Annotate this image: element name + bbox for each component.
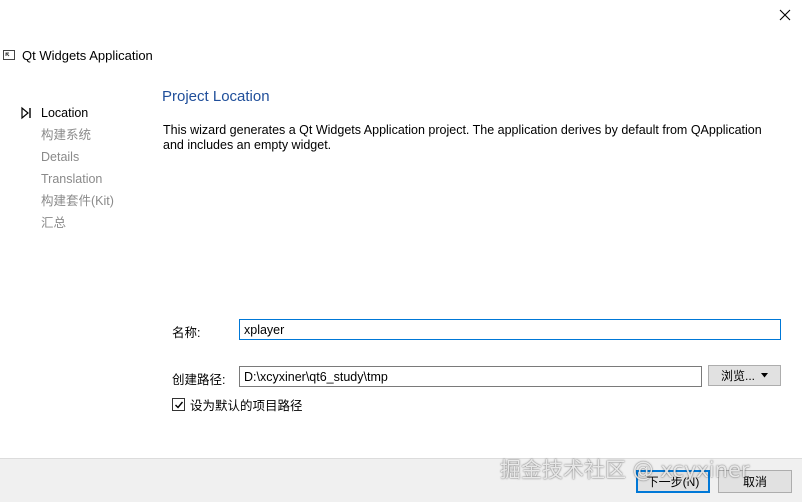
app-window-icon <box>2 48 16 62</box>
cancel-button[interactable]: 取消 <box>718 470 792 493</box>
browse-button-label: 浏览... <box>720 369 755 383</box>
close-icon <box>779 9 791 21</box>
current-step-arrow-icon <box>20 106 34 120</box>
default-path-option[interactable]: 设为默认的项目路径 <box>172 395 303 414</box>
window-title: Qt Widgets Application <box>22 47 153 63</box>
dropdown-arrow-icon <box>761 373 768 378</box>
project-path-input[interactable] <box>239 366 702 387</box>
checkmark-icon <box>174 401 183 409</box>
step-translation: Translation <box>20 170 114 192</box>
path-label: 创建路径: <box>172 373 226 387</box>
step-label: 汇总 <box>41 216 67 230</box>
next-button-label: 下一步(N) <box>646 475 700 489</box>
project-name-input[interactable] <box>239 319 781 340</box>
step-label: Details <box>41 150 80 164</box>
wizard-steps: Location 构建系统 Details Translation 构建套件(K… <box>20 104 114 236</box>
step-location: Location <box>20 104 114 126</box>
cancel-button-label: 取消 <box>742 475 767 489</box>
page-title: Project Location <box>162 88 270 105</box>
default-path-checkbox-label: 设为默认的项目路径 <box>190 399 303 413</box>
step-kits: 构建套件(Kit) <box>20 192 114 214</box>
browse-button[interactable]: 浏览... <box>708 365 781 386</box>
step-label: 构建系统 <box>41 128 92 142</box>
name-label: 名称: <box>172 326 201 340</box>
step-label: Translation <box>41 172 103 186</box>
step-details: Details <box>20 148 114 170</box>
page-description: This wizard generates a Qt Widgets Appli… <box>163 123 762 152</box>
next-button[interactable]: 下一步(N) <box>636 470 710 493</box>
step-label: Location <box>41 106 89 120</box>
window-titlebar: Qt Widgets Application <box>0 44 153 66</box>
step-label: 构建套件(Kit) <box>41 194 114 208</box>
step-build-system: 构建系统 <box>20 126 114 148</box>
close-button[interactable] <box>770 4 800 26</box>
step-summary: 汇总 <box>20 214 114 236</box>
default-path-checkbox[interactable] <box>172 398 185 411</box>
